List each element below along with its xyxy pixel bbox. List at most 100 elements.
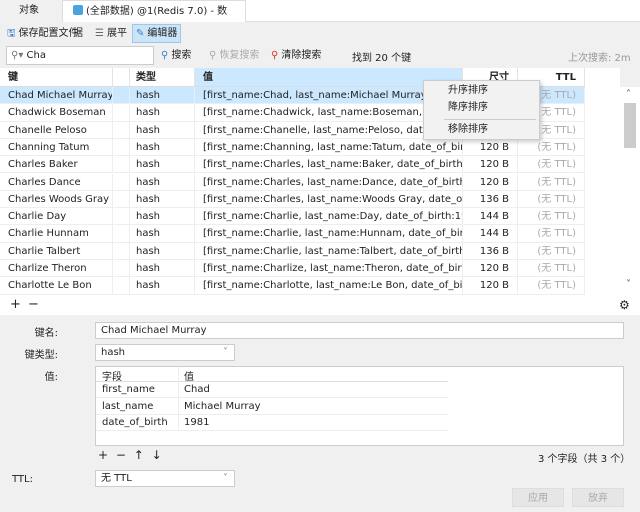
field-value: 1981 — [184, 417, 210, 428]
search-icon: ⚲ — [161, 50, 169, 61]
key-name-label: 键名: — [34, 328, 58, 339]
cell-ttl: (无 TTL) — [518, 225, 585, 243]
cell-type: hash — [128, 277, 195, 295]
scroll-up-icon[interactable]: ˄ — [626, 89, 631, 100]
column-header-type[interactable]: 类型 — [128, 68, 195, 87]
scroll-down-icon[interactable]: ˅ — [626, 279, 631, 290]
table-row[interactable]: Charlotte Le Bon hash [first_name:Charlott… — [0, 277, 585, 295]
cell-key: Charlie Day — [0, 208, 113, 226]
add-field-icon[interactable]: + — [98, 448, 108, 462]
field-row[interactable]: last_name Michael Murray — [96, 399, 448, 415]
cell-key: Charles Baker — [0, 156, 113, 174]
search-icon: ⚲ — [209, 50, 217, 61]
cell-key: Channing Tatum — [0, 138, 113, 156]
table-icon — [73, 5, 83, 15]
discard-button[interactable]: 放弃 — [572, 488, 624, 507]
cell-value: [first_name:Charlie, last_name:Day, date… — [195, 208, 463, 226]
move-up-icon[interactable]: ↑ — [134, 448, 144, 462]
table-action-bar: + − ⚙ — [0, 295, 640, 315]
editor-button[interactable]: ✎ 编辑器 — [132, 24, 182, 43]
search-button[interactable]: ⚲ 搜索 — [158, 46, 194, 65]
tab-bar-empty — [246, 0, 640, 22]
cell-value: [first_name:Charles, last_name:Woods Gra… — [195, 190, 463, 208]
search-input[interactable]: ⚲▾ Cha — [6, 46, 154, 65]
chevron-down-icon: ˅ — [223, 347, 228, 358]
cell-type: hash — [128, 190, 195, 208]
sort-context-menu: 升序排序 降序排序 移除排序 — [423, 80, 540, 140]
menu-sort-descending[interactable]: 降序排序 — [448, 100, 488, 116]
cell-type: hash — [128, 138, 195, 156]
cell-size: 136 B — [463, 190, 518, 208]
scrollbar[interactable]: ˄ ˅ — [620, 87, 640, 295]
value-label: 值: — [44, 372, 58, 383]
table-row[interactable]: Charles Dance hash [first_name:Charles, la… — [0, 173, 585, 191]
field-name: date_of_birth — [102, 417, 168, 428]
cell-ttl: (无 TTL) — [518, 173, 585, 191]
apply-button[interactable]: 应用 — [512, 488, 564, 507]
table-row[interactable]: Charles Woods Gray hash [first_name:Charle… — [0, 190, 585, 209]
cell-ttl: (无 TTL) — [518, 190, 585, 208]
table-row[interactable]: Charlie Hunnam hash [first_name:Charlie, l… — [0, 225, 585, 243]
field-value: Michael Murray — [184, 400, 261, 412]
cell-type: hash — [128, 104, 195, 122]
cell-key: Chadwick Boseman — [0, 104, 113, 122]
cell-value: [first_name:Charlotte, last_name:Le Bon,… — [195, 277, 463, 295]
ttl-select[interactable]: 无 TTL ˅ — [95, 470, 235, 487]
cell-key: Charlize Theron — [0, 260, 113, 277]
cell-ttl: (无 TTL) — [518, 138, 585, 156]
flat-button[interactable]: ☰ 展平 — [92, 24, 130, 43]
menu-sort-ascending[interactable]: 升序排序 — [448, 83, 488, 99]
cell-key: Charles Dance — [0, 173, 113, 191]
cell-value: [first_name:Charlie, last_name:Hunnam, d… — [195, 225, 463, 243]
cell-key: Charlotte Le Bon — [0, 277, 113, 295]
list-icon: ☰ — [95, 28, 104, 39]
field-row[interactable]: date_of_birth 1981 — [96, 415, 448, 431]
key-type-select[interactable]: hash ˅ — [95, 344, 235, 361]
table-row[interactable]: Charlize Theron hash [first_name:Charlize,… — [0, 260, 585, 278]
fields-table: 字段 值 first_name Chad last_name Michael Murr… — [95, 366, 624, 446]
cell-type: hash — [128, 260, 195, 277]
column-header-key[interactable]: 键 — [0, 68, 113, 87]
tab-data[interactable]: (全部数据) @1(Redis 7.0) - 数据 — [62, 0, 246, 39]
table-row[interactable]: Channing Tatum hash [first_name:Channing, … — [0, 138, 585, 157]
save-profile-button[interactable]: 🖫 保存配置文件 — [4, 24, 82, 43]
tab-objects[interactable]: 对象 — [0, 0, 58, 22]
cell-key: Charles Woods Gray — [0, 190, 113, 208]
cell-ttl: (无 TTL) — [518, 260, 585, 277]
field-count: 3 个字段（共 3 个） — [538, 454, 631, 465]
gear-icon[interactable]: ⚙ — [619, 298, 630, 312]
field-name: first_name — [102, 384, 155, 395]
clear-search-icon: ⚲ — [271, 50, 279, 61]
cell-size: 120 B — [463, 138, 518, 156]
cell-size: 144 B — [463, 208, 518, 226]
cell-type: hash — [128, 121, 195, 139]
search-icon: ⚲▾ — [11, 50, 24, 61]
cell-type: hash — [128, 156, 195, 174]
column-header-field-value[interactable]: 值 — [184, 368, 194, 383]
cell-value: [first_name:Charlize, last_name:Theron, … — [195, 260, 463, 277]
scroll-thumb[interactable] — [624, 103, 636, 148]
field-row[interactable]: first_name Chad — [96, 382, 448, 398]
cell-type: hash — [128, 87, 195, 104]
add-key-icon[interactable]: + — [10, 297, 21, 312]
table-row[interactable]: Charlie Day hash [first_name:Charlie, last… — [0, 208, 585, 226]
cell-size: 120 B — [463, 156, 518, 174]
key-name-field[interactable]: Chad Michael Murray — [95, 322, 624, 339]
move-down-icon[interactable]: ↓ — [152, 448, 162, 462]
chevron-down-icon: ˅ — [223, 473, 228, 484]
menu-remove-sort[interactable]: 移除排序 — [448, 122, 488, 138]
cell-size: 144 B — [463, 225, 518, 243]
ttl-label: TTL: — [12, 474, 33, 485]
remove-key-icon[interactable]: − — [28, 297, 39, 312]
table-row[interactable]: Charles Baker hash [first_name:Charles, la… — [0, 156, 585, 174]
column-header-field[interactable]: 字段 — [102, 368, 122, 383]
cell-value: [first_name:Charles, last_name:Baker, da… — [195, 156, 463, 174]
cell-ttl: (无 TTL) — [518, 277, 585, 295]
remove-field-icon[interactable]: − — [116, 448, 126, 462]
field-value: Chad — [184, 384, 210, 395]
clear-search-button[interactable]: ⚲ 清除搜索 — [268, 46, 324, 65]
restore-search-button[interactable]: ⚲ 恢复搜索 — [206, 46, 262, 65]
table-row[interactable]: Charlie Talbert hash [first_name:Charlie, … — [0, 242, 585, 260]
cell-size: 120 B — [463, 260, 518, 277]
cell-key: Chad Michael Murray — [0, 87, 113, 104]
